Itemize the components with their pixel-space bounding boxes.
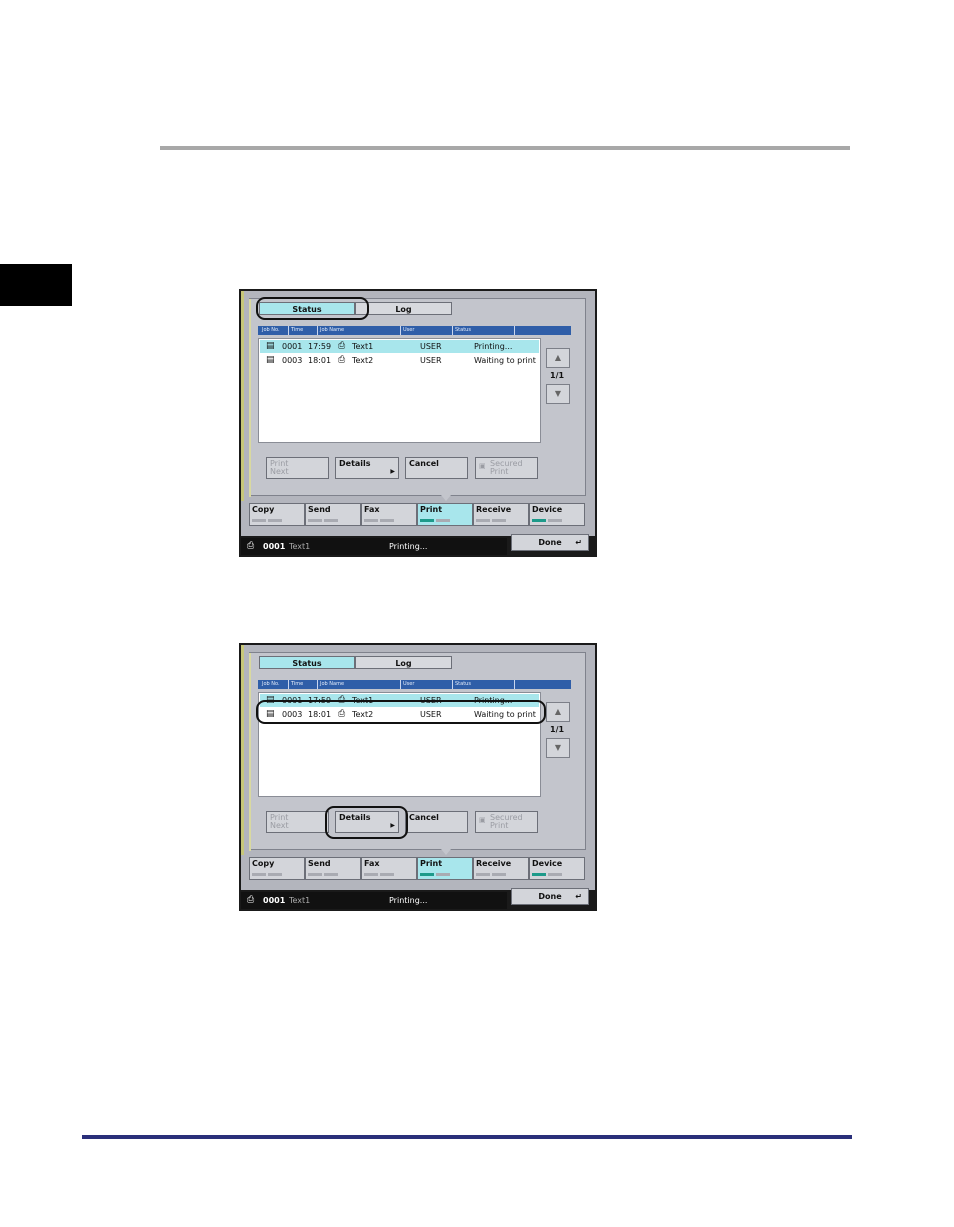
document-icon: ▤ <box>266 355 275 365</box>
col-status: Status <box>455 681 471 687</box>
mode-send[interactable]: Send <box>305 503 361 526</box>
active-mode-pointer <box>441 495 451 501</box>
column-header: Job No. Time Job Name User Status <box>258 326 571 335</box>
document-icon: ▤ <box>266 341 275 351</box>
status-monitor-panel: Status Log Job No. Time Job Name User St… <box>241 291 595 536</box>
return-icon: ↵ <box>575 892 582 901</box>
status-line: ⎙ 0001 Text1 Printing... <box>241 892 507 909</box>
secured-print-button[interactable]: ▣ Secured Print <box>475 811 538 833</box>
return-icon: ↵ <box>575 538 582 547</box>
status-monitor-panel: Status Log Job No. Time Job Name User St… <box>241 645 595 890</box>
print-next-button[interactable]: Print Next <box>266 457 329 479</box>
top-rule <box>160 146 850 150</box>
print-job-icon: ⎙ <box>338 341 346 351</box>
mode-copy[interactable]: Copy <box>249 857 305 880</box>
screenshot-2: Status Log Job No. Time Job Name User St… <box>239 643 597 911</box>
cancel-button[interactable]: Cancel <box>405 811 468 833</box>
chapter-tab <box>0 264 72 306</box>
tab-log[interactable]: Log <box>355 302 452 315</box>
scroll-up-button[interactable]: ▲ <box>546 702 570 722</box>
bottom-rule <box>82 1135 852 1139</box>
mode-bar: Copy Send Fax Print Receive Device <box>249 857 587 880</box>
mode-fax[interactable]: Fax <box>361 503 417 526</box>
triangle-up-icon: ▲ <box>554 353 562 362</box>
highlight-selected-job <box>256 700 546 724</box>
mode-print[interactable]: Print <box>417 857 473 880</box>
printer-icon: ⎙ <box>247 541 255 551</box>
print-job-icon: ⎙ <box>338 355 346 365</box>
col-time: Time <box>291 327 304 333</box>
job-list: ▤ 0001 17:59 ⎙ Text1 USER Printing... ▤ … <box>258 338 541 443</box>
highlight-status-tab <box>256 297 369 320</box>
table-row[interactable]: ▤ 0003 18:01 ⎙ Text2 USER Waiting to pri… <box>260 354 539 367</box>
col-user: User <box>403 681 415 687</box>
arrow-right-icon: ▶ <box>390 468 395 475</box>
triangle-down-icon: ▼ <box>554 389 562 398</box>
triangle-down-icon: ▼ <box>554 743 562 752</box>
col-job-name: Job Name <box>320 681 345 687</box>
secured-print-button[interactable]: ▣ Secured Print <box>475 457 538 479</box>
mode-device[interactable]: Device <box>529 857 585 880</box>
screenshot-1: Status Log Job No. Time Job Name User St… <box>239 289 597 557</box>
mode-fax[interactable]: Fax <box>361 857 417 880</box>
done-button[interactable]: Done ↵ <box>511 888 589 905</box>
mode-device[interactable]: Device <box>529 503 585 526</box>
done-button[interactable]: Done ↵ <box>511 534 589 551</box>
lock-icon: ▣ <box>479 816 486 824</box>
mode-send[interactable]: Send <box>305 857 361 880</box>
col-job-no: Job No. <box>262 681 280 687</box>
scroll-up-button[interactable]: ▲ <box>546 348 570 368</box>
highlight-details-button <box>325 806 408 839</box>
scroll-down-button[interactable]: ▼ <box>546 384 570 404</box>
tab-log[interactable]: Log <box>355 656 452 669</box>
cancel-button[interactable]: Cancel <box>405 457 468 479</box>
col-job-no: Job No. <box>262 327 280 333</box>
mode-bar: Copy Send Fax Print Receive Device <box>249 503 587 526</box>
mode-receive[interactable]: Receive <box>473 857 529 880</box>
mode-print[interactable]: Print <box>417 503 473 526</box>
tab-status[interactable]: Status <box>259 656 355 669</box>
col-job-name: Job Name <box>320 327 345 333</box>
table-row[interactable]: ▤ 0001 17:59 ⎙ Text1 USER Printing... <box>260 340 539 353</box>
page-count: 1/1 <box>550 725 565 734</box>
mode-copy[interactable]: Copy <box>249 503 305 526</box>
col-status: Status <box>455 327 471 333</box>
mode-receive[interactable]: Receive <box>473 503 529 526</box>
triangle-up-icon: ▲ <box>554 707 562 716</box>
col-time: Time <box>291 681 304 687</box>
print-next-button[interactable]: Print Next <box>266 811 329 833</box>
details-button[interactable]: Details ▶ <box>335 457 399 479</box>
column-header: Job No. Time Job Name User Status <box>258 680 571 689</box>
page-count: 1/1 <box>550 371 565 380</box>
active-mode-pointer <box>441 849 451 855</box>
scroll-down-button[interactable]: ▼ <box>546 738 570 758</box>
status-line: ⎙ 0001 Text1 Printing... <box>241 538 507 555</box>
col-user: User <box>403 327 415 333</box>
lock-icon: ▣ <box>479 462 486 470</box>
printer-icon: ⎙ <box>247 895 255 905</box>
